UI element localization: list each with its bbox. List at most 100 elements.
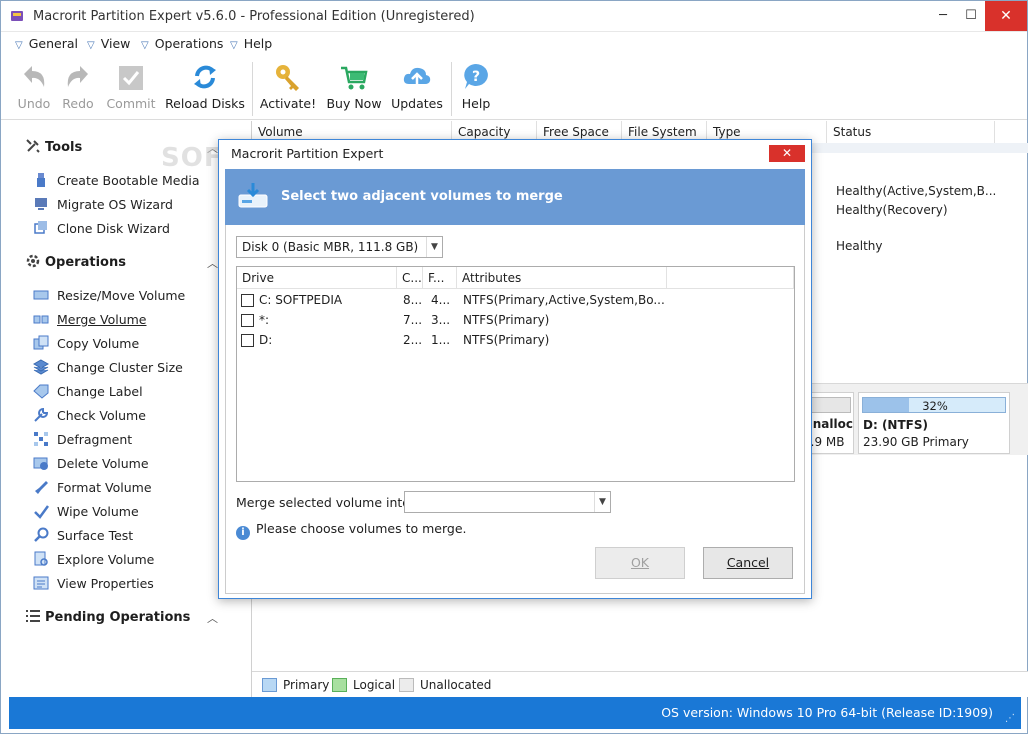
chevron-down-icon: ▼ bbox=[594, 492, 610, 512]
disk-select[interactable]: Disk 0 (Basic MBR, 111.8 GB) ▼ bbox=[236, 236, 443, 258]
sidebar-item-change-cluster-size[interactable]: Change Cluster Size bbox=[33, 359, 183, 375]
help-icon: ? bbox=[464, 64, 488, 89]
minimize-button[interactable]: ─ bbox=[929, 1, 957, 31]
collapse-operations-icon[interactable]: ︿ bbox=[207, 255, 218, 271]
wipe-icon bbox=[34, 505, 49, 519]
maximize-button[interactable]: ☐ bbox=[957, 1, 985, 31]
resize-icon bbox=[33, 290, 49, 300]
sidebar-item-resize-move-volume[interactable]: Resize/Move Volume bbox=[33, 287, 185, 303]
grid-row[interactable]: *: 7... 3... NTFS(Primary) bbox=[237, 311, 794, 331]
reload-disks-button[interactable]: Reload Disks bbox=[165, 60, 245, 111]
menu-bar: ▽ General ▽ View ▽ Operations ▽ Help bbox=[1, 32, 1027, 56]
logical-swatch bbox=[332, 678, 347, 692]
collapse-pending-icon[interactable]: ︿ bbox=[207, 610, 218, 626]
menu-operations[interactable]: ▽ Operations bbox=[141, 36, 223, 51]
undo-button[interactable]: Undo bbox=[13, 60, 55, 111]
pending-operations-header[interactable]: Pending Operations bbox=[25, 608, 190, 625]
unallocated-swatch bbox=[399, 678, 414, 692]
app-logo-icon bbox=[11, 11, 23, 21]
wrench-icon bbox=[34, 407, 49, 422]
status-bar: OS version: Windows 10 Pro 64-bit (Relea… bbox=[9, 697, 1021, 729]
status-cell: Healthy(Active,System,B... bbox=[836, 184, 997, 198]
copy-icon bbox=[33, 335, 49, 350]
sidebar-item-defragment[interactable]: Defragment bbox=[33, 431, 132, 447]
grid-header-attributes[interactable]: Attributes bbox=[457, 267, 667, 289]
chevron-down-icon: ▽ bbox=[230, 40, 238, 51]
dialog-header-band: Select two adjacent volumes to merge bbox=[225, 169, 805, 225]
reload-icon bbox=[194, 65, 216, 89]
list-icon bbox=[26, 610, 40, 622]
dialog-title: Macrorit Partition Expert bbox=[231, 146, 384, 161]
sidebar-item-explore-volume[interactable]: Explore Volume bbox=[33, 551, 154, 567]
sidebar-item-check-volume[interactable]: Check Volume bbox=[33, 407, 146, 423]
cloud-upload-icon bbox=[403, 67, 431, 87]
help-button[interactable]: ? Help bbox=[457, 60, 495, 111]
status-cell: Healthy(Recovery) bbox=[836, 203, 948, 217]
grid-header-free[interactable]: F... bbox=[423, 267, 457, 289]
menu-view[interactable]: ▽ View bbox=[87, 36, 130, 51]
sidebar-item-delete-volume[interactable]: Delete Volume bbox=[33, 455, 149, 471]
sidebar-item-copy-volume[interactable]: Copy Volume bbox=[33, 335, 139, 351]
dialog-heading: Select two adjacent volumes to merge bbox=[281, 189, 563, 204]
redo-icon bbox=[67, 66, 88, 87]
sidebar-item-view-properties[interactable]: View Properties bbox=[33, 575, 154, 591]
os-version: OS version: Windows 10 Pro 64-bit (Relea… bbox=[661, 705, 993, 720]
legend: Primary Logical Unallocated bbox=[252, 671, 1028, 697]
sidebar-item-surface-test[interactable]: Surface Test bbox=[33, 527, 133, 543]
close-button[interactable]: ✕ bbox=[985, 1, 1027, 31]
updates-button[interactable]: Updates bbox=[391, 60, 443, 111]
sidebar-item-clone-disk-wizard[interactable]: Clone Disk Wizard bbox=[33, 220, 170, 236]
legend-primary: Primary bbox=[262, 678, 329, 692]
sidebar-item-wipe-volume[interactable]: Wipe Volume bbox=[33, 503, 139, 519]
commit-icon bbox=[119, 66, 143, 90]
sidebar-item-change-label[interactable]: Change Label bbox=[33, 383, 143, 399]
info-icon: i bbox=[236, 526, 250, 540]
format-brush-icon bbox=[35, 481, 48, 494]
status-cell: Healthy bbox=[836, 239, 883, 253]
usb-drive-icon bbox=[37, 173, 45, 187]
cancel-button[interactable]: Cancel bbox=[703, 547, 793, 579]
svg-text:?: ? bbox=[472, 69, 480, 85]
commit-button[interactable]: Commit bbox=[105, 60, 157, 111]
merge-volume-dialog: Macrorit Partition Expert ✕ Select two a… bbox=[218, 139, 812, 599]
activate-button[interactable]: Activate! bbox=[259, 60, 317, 111]
grid-row[interactable]: C: SOFTPEDIA 8... 4... NTFS(Primary,Acti… bbox=[237, 291, 794, 311]
chevron-down-icon: ▽ bbox=[15, 40, 23, 51]
grid-row[interactable]: D: 2... 1... NTFS(Primary) bbox=[237, 331, 794, 351]
info-message: i Please choose volumes to merge. bbox=[236, 521, 467, 540]
properties-icon bbox=[33, 576, 49, 590]
row-checkbox[interactable] bbox=[241, 294, 254, 307]
tools-section-header[interactable]: Tools bbox=[25, 138, 82, 155]
redo-button[interactable]: Redo bbox=[57, 60, 99, 111]
sidebar-item-merge-volume[interactable]: Merge Volume bbox=[33, 311, 146, 327]
chevron-down-icon: ▼ bbox=[426, 237, 442, 257]
row-checkbox[interactable] bbox=[241, 314, 254, 327]
menu-help[interactable]: ▽ Help bbox=[230, 36, 272, 51]
defragment-icon bbox=[34, 432, 48, 446]
app-window: Macrorit Partition Expert v5.6.0 - Profe… bbox=[0, 0, 1028, 734]
grid-header-drive[interactable]: Drive bbox=[237, 267, 397, 289]
dialog-close-button[interactable]: ✕ bbox=[769, 145, 805, 162]
row-checkbox[interactable] bbox=[241, 334, 254, 347]
grid-header-capacity[interactable]: C... bbox=[397, 267, 423, 289]
clone-disk-icon bbox=[34, 221, 47, 234]
grid-header-filler bbox=[667, 267, 794, 289]
sidebar-item-migrate-os-wizard[interactable]: Migrate OS Wizard bbox=[33, 196, 173, 212]
primary-swatch bbox=[262, 678, 277, 692]
merge-disk-icon bbox=[238, 183, 268, 208]
legend-logical: Logical bbox=[332, 678, 395, 692]
shopping-cart-icon bbox=[341, 66, 368, 90]
resize-grip-icon[interactable]: ⋰ bbox=[1005, 713, 1015, 724]
column-header-status[interactable]: Status bbox=[827, 121, 995, 143]
legend-unallocated: Unallocated bbox=[399, 678, 491, 692]
cluster-icon bbox=[33, 359, 49, 375]
sidebar-item-format-volume[interactable]: Format Volume bbox=[33, 479, 152, 495]
operations-section-header[interactable]: Operations bbox=[25, 253, 126, 270]
sidebar-item-create-bootable-media[interactable]: Create Bootable Media bbox=[33, 172, 200, 188]
buy-now-button[interactable]: Buy Now bbox=[325, 60, 383, 111]
ok-button[interactable]: OK bbox=[595, 547, 685, 579]
disk-map-d-volume[interactable]: 32% D: (NTFS) 23.90 GB Primary bbox=[858, 392, 1010, 454]
menu-general[interactable]: ▽ General bbox=[15, 36, 78, 51]
tag-icon bbox=[33, 384, 49, 399]
merge-into-select[interactable]: ▼ bbox=[404, 491, 611, 513]
